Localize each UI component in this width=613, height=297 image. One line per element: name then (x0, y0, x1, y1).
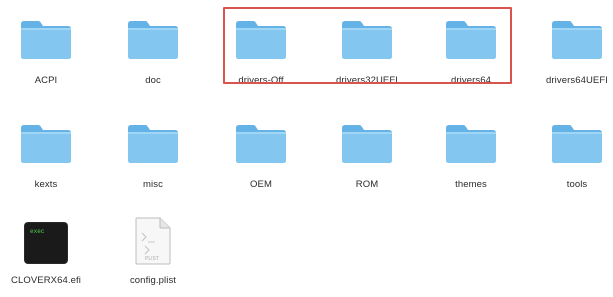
terminal-exec-icon: exec (16, 213, 76, 265)
folder-label: misc (143, 179, 163, 190)
folder-icon (441, 114, 501, 164)
folder-doc[interactable]: doc (100, 2, 206, 94)
folder-rom[interactable]: ROM (314, 106, 420, 198)
folder-icon (547, 114, 607, 164)
folder-oem[interactable]: OEM (208, 106, 314, 198)
folder-label: OEM (250, 179, 272, 190)
highlight-box (223, 7, 512, 84)
finder-icon-grid: ACPI doc drivers-Off drivers32UEFI drive… (0, 0, 613, 291)
folder-icon (16, 10, 76, 60)
folder-acpi[interactable]: ACPI (0, 2, 99, 94)
folder-themes[interactable]: themes (418, 106, 524, 198)
folder-label: ROM (355, 179, 379, 190)
folder-misc[interactable]: misc (100, 106, 206, 198)
folder-icon (123, 10, 183, 60)
folder-icon (547, 10, 607, 60)
file-cloverx64-efi[interactable]: exec CLOVERX64.efi (0, 205, 99, 297)
folder-label: drivers64UEFI (545, 75, 608, 86)
folder-icon (16, 114, 76, 164)
folder-label: tools (566, 179, 588, 190)
folder-icon (123, 114, 183, 164)
folder-label: ACPI (34, 75, 58, 86)
folder-label: doc (145, 75, 161, 86)
folder-drivers64uefi[interactable]: drivers64UEFI (524, 2, 613, 94)
folder-tools[interactable]: tools (524, 106, 613, 198)
folder-icon (231, 114, 291, 164)
plist-document-icon: PLIST (123, 213, 183, 265)
plist-text: PLIST (145, 256, 159, 262)
folder-kexts[interactable]: kexts (0, 106, 99, 198)
file-config-plist[interactable]: PLIST config.plist (100, 205, 206, 297)
exec-text: exec (30, 228, 45, 235)
folder-icon (337, 114, 397, 164)
folder-label: themes (455, 179, 487, 190)
folder-label: kexts (34, 179, 58, 190)
file-label: config.plist (129, 275, 177, 286)
file-label: CLOVERX64.efi (11, 275, 81, 286)
